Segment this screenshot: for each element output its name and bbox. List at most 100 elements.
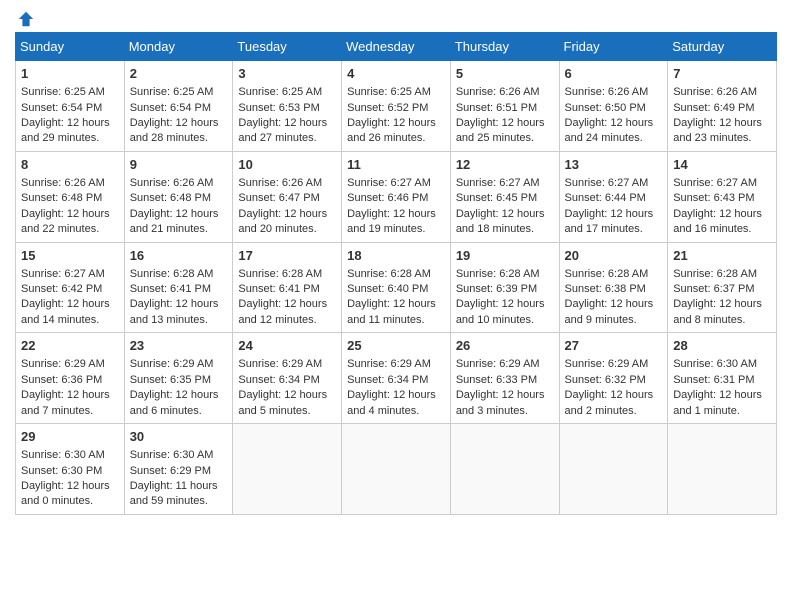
logo-icon <box>17 10 35 28</box>
sunset-label: Sunset: 6:44 PM <box>565 192 646 204</box>
sunset-label: Sunset: 6:53 PM <box>238 102 319 114</box>
day-number: 27 <box>565 337 663 355</box>
calendar-cell: 13Sunrise: 6:27 AMSunset: 6:44 PMDayligh… <box>559 151 668 242</box>
calendar-week-row: 1 Sunrise: 6:25 AM Sunset: 6:54 PM Daylight… <box>16 61 777 152</box>
sunset-label: Sunset: 6:48 PM <box>130 192 211 204</box>
daylight-label: Daylight: 12 hours and 17 minutes. <box>565 208 654 235</box>
sunset-label: Sunset: 6:51 PM <box>456 102 537 114</box>
daylight-label: Daylight: 11 hours and 59 minutes. <box>130 480 218 507</box>
sunset-label: Sunset: 6:33 PM <box>456 374 537 386</box>
sunset-label: Sunset: 6:48 PM <box>21 192 102 204</box>
sunrise-label: Sunrise: 6:25 AM <box>21 86 105 98</box>
daylight-label: Daylight: 12 hours and 1 minute. <box>673 389 762 416</box>
calendar-cell: 6Sunrise: 6:26 AMSunset: 6:50 PMDaylight… <box>559 61 668 152</box>
calendar-cell: 5Sunrise: 6:26 AMSunset: 6:51 PMDaylight… <box>450 61 559 152</box>
calendar-cell <box>342 424 451 515</box>
sunrise-label: Sunrise: 6:30 AM <box>130 449 214 461</box>
calendar-cell: 30Sunrise: 6:30 AMSunset: 6:29 PMDayligh… <box>124 424 233 515</box>
sunrise-label: Sunrise: 6:27 AM <box>347 177 431 189</box>
day-number: 19 <box>456 247 554 265</box>
calendar-week-row: 22Sunrise: 6:29 AMSunset: 6:36 PMDayligh… <box>16 333 777 424</box>
calendar-cell: 15Sunrise: 6:27 AMSunset: 6:42 PMDayligh… <box>16 242 125 333</box>
day-header-saturday: Saturday <box>668 33 777 61</box>
sunrise-label: Sunrise: 6:30 AM <box>673 358 757 370</box>
calendar-week-row: 29Sunrise: 6:30 AMSunset: 6:30 PMDayligh… <box>16 424 777 515</box>
day-number: 21 <box>673 247 771 265</box>
sunrise-label: Sunrise: 6:28 AM <box>238 268 322 280</box>
calendar-cell: 19Sunrise: 6:28 AMSunset: 6:39 PMDayligh… <box>450 242 559 333</box>
sunrise-label: Sunrise: 6:26 AM <box>21 177 105 189</box>
sunset-label: Sunset: 6:41 PM <box>238 283 319 295</box>
calendar-cell: 10Sunrise: 6:26 AMSunset: 6:47 PMDayligh… <box>233 151 342 242</box>
daylight-label: Daylight: 12 hours and 23 minutes. <box>673 117 762 144</box>
calendar-cell: 24Sunrise: 6:29 AMSunset: 6:34 PMDayligh… <box>233 333 342 424</box>
day-number: 25 <box>347 337 445 355</box>
sunrise-label: Sunrise: 6:28 AM <box>130 268 214 280</box>
day-header-tuesday: Tuesday <box>233 33 342 61</box>
day-number: 28 <box>673 337 771 355</box>
sunrise-label: Sunrise: 6:27 AM <box>673 177 757 189</box>
day-number: 11 <box>347 156 445 174</box>
day-number: 4 <box>347 65 445 83</box>
day-number: 1 <box>21 65 119 83</box>
sunrise-label: Sunrise: 6:30 AM <box>21 449 105 461</box>
sunrise-label: Sunrise: 6:29 AM <box>565 358 649 370</box>
sunset-label: Sunset: 6:49 PM <box>673 102 754 114</box>
day-number: 15 <box>21 247 119 265</box>
day-number: 9 <box>130 156 228 174</box>
sunset-label: Sunset: 6:54 PM <box>21 102 102 114</box>
day-number: 16 <box>130 247 228 265</box>
sunrise-label: Sunrise: 6:25 AM <box>347 86 431 98</box>
daylight-label: Daylight: 12 hours and 3 minutes. <box>456 389 545 416</box>
daylight-label: Daylight: 12 hours and 5 minutes. <box>238 389 327 416</box>
day-header-thursday: Thursday <box>450 33 559 61</box>
daylight-label: Daylight: 12 hours and 26 minutes. <box>347 117 436 144</box>
calendar-cell: 23Sunrise: 6:29 AMSunset: 6:35 PMDayligh… <box>124 333 233 424</box>
calendar-cell <box>668 424 777 515</box>
calendar-table: SundayMondayTuesdayWednesdayThursdayFrid… <box>15 32 777 515</box>
sunset-label: Sunset: 6:54 PM <box>130 102 211 114</box>
calendar-cell: 4Sunrise: 6:25 AMSunset: 6:52 PMDaylight… <box>342 61 451 152</box>
sunrise-label: Sunrise: 6:27 AM <box>456 177 540 189</box>
calendar-cell: 20Sunrise: 6:28 AMSunset: 6:38 PMDayligh… <box>559 242 668 333</box>
daylight-label: Daylight: 12 hours and 10 minutes. <box>456 298 545 325</box>
day-number: 14 <box>673 156 771 174</box>
sunrise-label: Sunrise: 6:25 AM <box>130 86 214 98</box>
day-number: 5 <box>456 65 554 83</box>
calendar-cell: 18Sunrise: 6:28 AMSunset: 6:40 PMDayligh… <box>342 242 451 333</box>
day-header-monday: Monday <box>124 33 233 61</box>
sunrise-label: Sunrise: 6:27 AM <box>21 268 105 280</box>
sunrise-label: Sunrise: 6:26 AM <box>238 177 322 189</box>
sunrise-label: Sunrise: 6:26 AM <box>565 86 649 98</box>
day-number: 12 <box>456 156 554 174</box>
sunset-label: Sunset: 6:41 PM <box>130 283 211 295</box>
sunrise-label: Sunrise: 6:28 AM <box>347 268 431 280</box>
calendar-cell: 26Sunrise: 6:29 AMSunset: 6:33 PMDayligh… <box>450 333 559 424</box>
daylight-label: Daylight: 12 hours and 16 minutes. <box>673 208 762 235</box>
daylight-label: Daylight: 12 hours and 29 minutes. <box>21 117 110 144</box>
day-number: 18 <box>347 247 445 265</box>
sunset-label: Sunset: 6:35 PM <box>130 374 211 386</box>
day-number: 10 <box>238 156 336 174</box>
day-number: 30 <box>130 428 228 446</box>
day-number: 7 <box>673 65 771 83</box>
calendar-cell: 14 Sunrise: 6:27 AM Sunset: 6:43 PM Dayligh… <box>668 151 777 242</box>
daylight-label: Daylight: 12 hours and 21 minutes. <box>130 208 219 235</box>
daylight-label: Daylight: 12 hours and 6 minutes. <box>130 389 219 416</box>
daylight-label: Daylight: 12 hours and 11 minutes. <box>347 298 436 325</box>
sunset-label: Sunset: 6:39 PM <box>456 283 537 295</box>
day-header-wednesday: Wednesday <box>342 33 451 61</box>
calendar-cell: 9 Sunrise: 6:26 AM Sunset: 6:48 PM Daylight… <box>124 151 233 242</box>
sunrise-label: Sunrise: 6:29 AM <box>456 358 540 370</box>
daylight-label: Daylight: 12 hours and 4 minutes. <box>347 389 436 416</box>
daylight-label: Daylight: 12 hours and 25 minutes. <box>456 117 545 144</box>
daylight-label: Daylight: 12 hours and 19 minutes. <box>347 208 436 235</box>
page-header <box>15 10 777 24</box>
calendar-cell <box>559 424 668 515</box>
sunrise-label: Sunrise: 6:26 AM <box>130 177 214 189</box>
daylight-label: Daylight: 12 hours and 9 minutes. <box>565 298 654 325</box>
sunset-label: Sunset: 6:30 PM <box>21 465 102 477</box>
sunset-label: Sunset: 6:43 PM <box>673 192 754 204</box>
daylight-label: Daylight: 12 hours and 13 minutes. <box>130 298 219 325</box>
sunrise-label: Sunrise: 6:26 AM <box>673 86 757 98</box>
